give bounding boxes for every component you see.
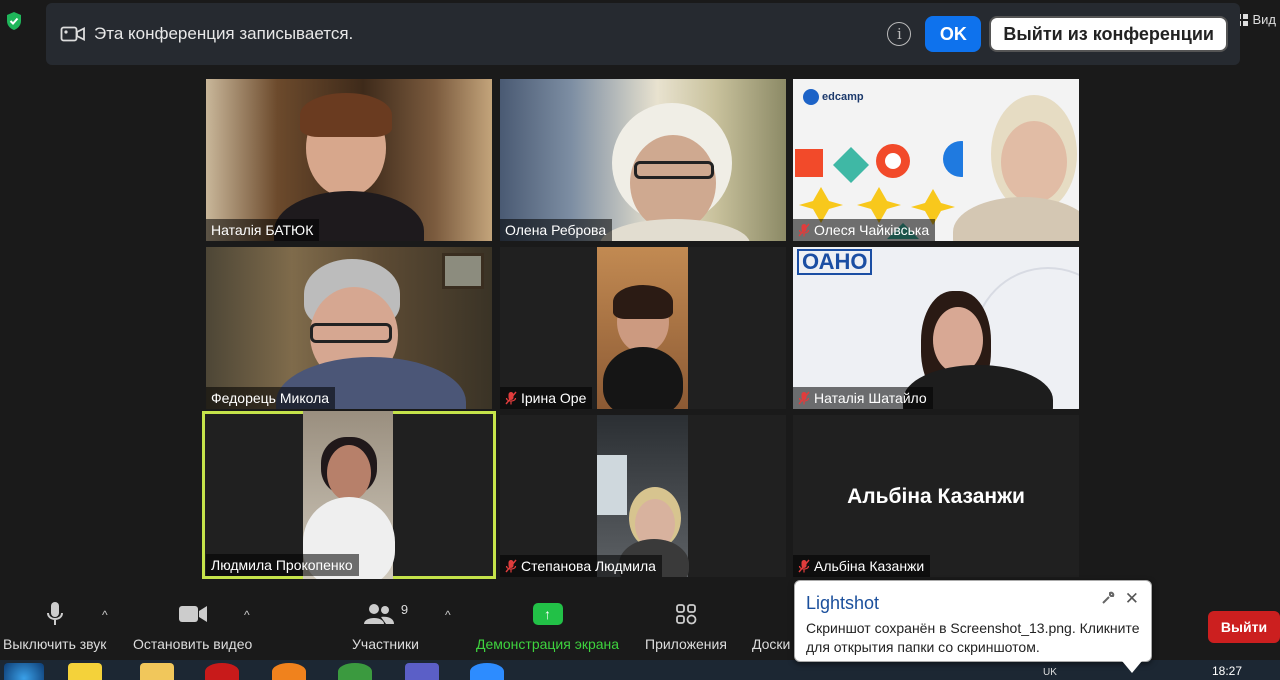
wrench-icon[interactable] (1101, 591, 1115, 605)
close-icon[interactable]: ✕ (1125, 589, 1139, 609)
participant-name-center: Альбіна Казанжи (847, 485, 1025, 508)
mic-muted-icon (798, 223, 810, 236)
security-shield-icon[interactable] (5, 11, 23, 31)
video-tile-participant-2[interactable]: Олена Реброва (500, 79, 786, 241)
stop-video-button[interactable]: Остановить видео (133, 602, 252, 652)
recording-banner: Эта конференция записывается. i OK Выйти… (46, 3, 1240, 65)
mic-muted-icon (505, 559, 517, 572)
edcamp-logo: edcamp (803, 89, 864, 105)
leave-button[interactable]: Выйти (1208, 611, 1280, 643)
participant-name-label: Олена Реброва (500, 219, 613, 241)
teams-icon[interactable] (405, 663, 439, 680)
leave-conference-button[interactable]: Выйти из конференции (989, 16, 1228, 52)
audio-options-chevron-icon[interactable]: ^ (102, 608, 108, 622)
video-camera-icon (178, 606, 207, 622)
oano-logo: ОАНО (797, 249, 873, 275)
keyboard-language[interactable]: UK (1043, 667, 1057, 678)
video-tile-participant-8[interactable]: Степанова Людмила (500, 415, 786, 577)
video-tile-participant-7[interactable]: Людмила Прокопенко (202, 411, 496, 579)
notification-message: Скриншот сохранён в Screenshot_13.png. К… (806, 620, 1140, 655)
participants-count: 9 (400, 601, 409, 617)
participants-options-chevron-icon[interactable]: ^ (445, 608, 451, 622)
info-icon[interactable]: i (887, 22, 912, 46)
lightshot-notification[interactable]: Lightshot ✕ Скриншот сохранён в Screensh… (794, 580, 1152, 673)
participant-name-label: Федорець Микола (206, 387, 336, 409)
participants-button[interactable]: 9 Участники (352, 601, 419, 653)
windows-taskbar: UK 18:27 (0, 660, 1280, 680)
video-tile-participant-5[interactable]: Ірина Оре (500, 247, 786, 409)
whiteboards-button[interactable]: Доски (752, 602, 790, 652)
folder-icon[interactable] (140, 663, 174, 680)
notification-title: Lightshot (806, 593, 880, 613)
participant-name-label: Людмила Прокопенко (206, 554, 359, 576)
zoom-icon[interactable] (470, 663, 504, 680)
taskbar-app-icon[interactable] (68, 663, 102, 680)
start-orb-icon[interactable] (4, 663, 44, 680)
mic-muted-icon (505, 391, 517, 404)
microphone-icon (46, 602, 63, 625)
view-button[interactable]: Вид (1236, 12, 1276, 27)
recording-notice-text: Эта конференция записывается. (94, 24, 354, 43)
apps-icon (676, 604, 697, 625)
participant-name-label: Олеся Чайківська (793, 219, 936, 241)
video-tile-participant-9[interactable]: Альбіна Казанжи Альбіна Казанжи (793, 415, 1079, 577)
video-tile-participant-1[interactable]: Наталія БАТЮК (206, 79, 492, 241)
system-clock[interactable]: 18:27 (1212, 664, 1242, 678)
mic-muted-icon (798, 391, 810, 404)
video-tile-participant-3[interactable]: edcamp Олеся Чайківська (793, 79, 1079, 241)
participant-name-label: Степанова Людмила (500, 555, 662, 577)
video-tile-participant-6[interactable]: ОАНО Наталія Шатайло (793, 247, 1079, 409)
video-tile-participant-4[interactable]: Федорець Микола (206, 247, 492, 409)
mute-button[interactable]: Выключить звук (3, 602, 106, 652)
chrome-icon[interactable] (338, 663, 372, 680)
video-options-chevron-icon[interactable]: ^ (244, 608, 250, 622)
firefox-icon[interactable] (272, 663, 306, 680)
apps-button[interactable]: Приложения (645, 602, 727, 652)
view-label: Вид (1252, 12, 1276, 27)
notification-tail (1122, 661, 1142, 673)
opera-icon[interactable] (205, 663, 239, 680)
share-screen-arrow-icon: ↑ (532, 603, 563, 625)
participant-name-label: Наталія БАТЮК (206, 219, 320, 241)
participants-icon (363, 604, 394, 624)
ok-button[interactable]: OK (925, 16, 982, 52)
participant-name-label: Наталія Шатайло (793, 387, 933, 409)
participant-name-label: Ірина Оре (500, 387, 593, 409)
mic-muted-icon (798, 559, 810, 572)
recording-camera-icon (60, 26, 85, 42)
participant-name-label: Альбіна Казанжи (793, 555, 931, 577)
share-screen-button[interactable]: ↑ Демонстрация экрана (476, 602, 619, 652)
